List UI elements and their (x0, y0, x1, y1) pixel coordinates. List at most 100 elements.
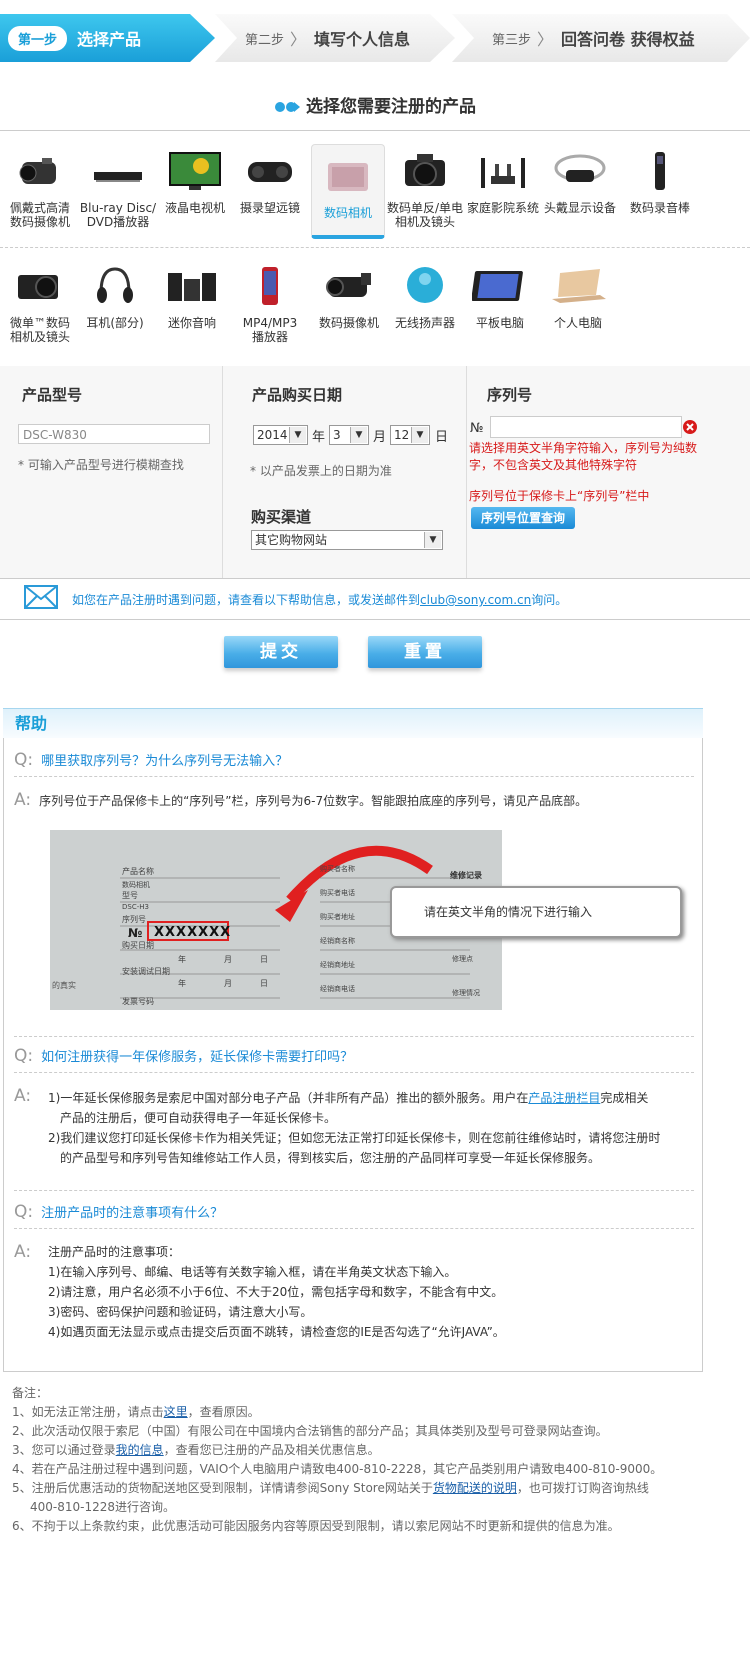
card-serial-value: XXXXXXX (154, 925, 232, 940)
dslr-camera-icon (405, 154, 445, 186)
product-home-theater[interactable]: 家庭影院系统 (463, 150, 543, 215)
reset-button[interactable]: 重置 (368, 636, 482, 668)
card-year-2: 年 (178, 979, 186, 988)
card-stamp: 的真实 (52, 981, 76, 990)
note-5-cont: 400-810-1228进行咨询。 (30, 1500, 176, 1514)
chevron-down-icon: ▼ (424, 532, 441, 548)
product-mirrorless[interactable]: 微单™数码 相机及镜头 (0, 265, 80, 344)
date-hint: * 以产品发票上的日期为准 (250, 464, 392, 478)
product-registration-link[interactable]: 产品注册栏目 (528, 1091, 600, 1105)
product-label: 迷你音响 (167, 316, 216, 330)
serial-input[interactable] (490, 416, 682, 438)
card-install-date: 安装调试日期 (122, 967, 170, 976)
wireless-speaker-icon (407, 267, 443, 303)
product-hmd[interactable]: 头戴显示设备 (540, 150, 620, 215)
card-repair-record: 维修记录 (450, 871, 482, 880)
card-year-1: 年 (178, 955, 186, 964)
step-2-number: 第二步 (245, 32, 285, 48)
email-link[interactable]: club@sony.com.cn (420, 593, 531, 607)
year-unit: 年 (312, 430, 326, 445)
action-camera-icon (19, 158, 56, 184)
product-digital-camera[interactable]: 数码相机 (311, 144, 385, 239)
step-3: 第三步 〉 回答问卷 获得权益 (452, 14, 750, 62)
product-label: 平板电脑 (475, 316, 524, 330)
a1-text: 序列号位于产品保修卡上的“序列号”栏，序列号为6-7位数字。智能跟拍底座的序列号… (39, 794, 588, 808)
card-buyer-name: 购买者名称 (320, 865, 355, 873)
month-select[interactable]: 3 ▼ (329, 425, 369, 445)
product-wireless-speaker[interactable]: 无线扬声器 (385, 265, 465, 330)
year-select[interactable]: 2014 ▼ (253, 425, 308, 445)
delivery-info-link[interactable]: 货物配送的说明 (433, 1481, 517, 1495)
product-binoculars[interactable]: 摄录望远镜 (230, 150, 310, 215)
q-mark: Q: (14, 750, 34, 770)
a3-item: 2)请注意，用户名必须不小于6位、不大于20位，需包括字母和数字，不能含有中文。 (48, 1285, 504, 1299)
card-day-2: 日 (260, 979, 268, 988)
tablet-icon (471, 271, 523, 301)
product-label: 摄录望远镜 (239, 201, 300, 215)
faq-answer-2: 1)一年延长保修服务是索尼中国对部分电子产品（并非所有产品）推出的额外服务。用户… (48, 1088, 698, 1168)
contact-text: 如您在产品注册时遇到问题，请查看以下帮助信息，或发送邮件到club@sony.c… (72, 591, 567, 608)
a2-line-2: 2)我们建议您打印延长保修卡作为相关凭证；但如您无法正常打印延长保修卡，则在您前… (48, 1131, 661, 1145)
a2-line-1: 1)一年延长保修服务是索尼中国对部分电子产品（并非所有产品）推出的额外服务。用户… (48, 1088, 698, 1108)
note-5: 5、注册后优惠活动的货物配送地区受到限制，详情请参阅Sony Store网站关于… (12, 1479, 742, 1498)
card-day-1: 日 (260, 955, 268, 964)
faq-question-1: Q: 哪里获取序列号？为什么序列号无法输入？ (14, 750, 288, 770)
my-info-link[interactable]: 我的信息 (116, 1443, 164, 1457)
a3-item: 3)密码、密码保护问题和验证码，请注意大小写。 (48, 1305, 313, 1319)
note-5-text: 5、注册后优惠活动的货物配送地区受到限制，详情请参阅Sony Store网站关于 (12, 1481, 433, 1495)
submit-button[interactable]: 提交 (224, 636, 338, 668)
serial-label: 序列号 (487, 386, 533, 404)
product-camcorder[interactable]: 数码摄像机 (309, 265, 389, 330)
product-label: Blu-ray Disc/ DVD播放器 (79, 201, 157, 229)
error-close-icon[interactable] (682, 419, 698, 435)
notes-section: 备注： 1、如无法正常注册，请点击这里，查看原因。 2、此次活动仅限于索尼（中国… (12, 1384, 742, 1536)
product-row-2: 微单™数码 相机及镜头 耳机(部分) 迷你音响 MP4/MP3 播放器 数码摄像… (0, 255, 750, 350)
mp3-player-icon (262, 267, 278, 305)
step-2: 第二步 〉 填写个人信息 (215, 14, 455, 62)
product-label: 数码单反/单电 相机及镜头 (386, 201, 464, 229)
card-serial: 序列号 (122, 915, 146, 924)
card-buyer-address: 购买者地址 (320, 913, 355, 921)
product-laptop[interactable]: 个人电脑 (538, 265, 618, 330)
model-input[interactable]: DSC-W830 (18, 424, 210, 444)
product-dslr[interactable]: 数码单反/单电 相机及镜头 (385, 150, 465, 229)
product-headphones[interactable]: 耳机(部分) (75, 265, 155, 330)
voice-recorder-icon (655, 152, 665, 190)
faq-answer-3-mark: A: (14, 1242, 39, 1262)
card-purchase-date: 购买日期 (122, 941, 154, 950)
product-mini-audio[interactable]: 迷你音响 (152, 265, 232, 330)
card-invoice: 发票号码 (122, 997, 154, 1006)
product-action-camera[interactable]: 佩戴式高清 数码摄像机 (0, 150, 80, 229)
product-row-1: 佩戴式高清 数码摄像机 Blu-ray Disc/ DVD播放器 液晶电视机 摄… (0, 140, 750, 245)
product-bluray-player[interactable]: Blu-ray Disc/ DVD播放器 (78, 150, 158, 229)
click-here-link[interactable]: 这里 (164, 1405, 188, 1419)
lcd-tv-icon (169, 152, 221, 190)
chevron-down-icon: ▼ (289, 427, 306, 443)
mirrorless-camera-icon (18, 275, 58, 299)
a-mark: A: (14, 1086, 32, 1106)
product-label: 无线扬声器 (394, 316, 455, 330)
faq-answer-2-mark: A: (14, 1086, 39, 1106)
year-value: 2014 (257, 428, 288, 442)
day-unit: 日 (435, 430, 449, 445)
serial-lookup-button[interactable]: 序列号位置查询 (471, 507, 575, 529)
product-label: 个人电脑 (553, 316, 602, 330)
day-select[interactable]: 12 ▼ (390, 425, 430, 445)
camcorder-icon (326, 273, 371, 297)
faq-question-2: Q: 如何注册获得一年保修服务，延长保修卡需要打印吗？ (14, 1046, 353, 1066)
headphones-icon (97, 267, 133, 303)
product-voice-recorder[interactable]: 数码录音棒 (620, 150, 700, 215)
note-3-text: 3、您可以通过登录 (12, 1443, 116, 1457)
step-1-badge: 第一步 (8, 25, 68, 51)
binoculars-icon (248, 162, 292, 182)
step-1-active: 第一步 选择产品 (0, 14, 215, 62)
page-title-text: 选择您需要注册的产品 (306, 97, 476, 117)
month-unit: 月 (373, 430, 387, 445)
serial-error-text: 请选择用英文半角字符输入，序列号为纯数字，不包含英文及其他特殊字符 (469, 441, 698, 472)
step-3-title: 回答问卷 获得权益 (561, 30, 695, 49)
product-lcd-tv[interactable]: 液晶电视机 (155, 150, 235, 215)
product-mp3-player[interactable]: MP4/MP3 播放器 (230, 265, 310, 344)
product-tablet[interactable]: 平板电脑 (460, 265, 540, 330)
channel-select[interactable]: 其它购物网站 ▼ (251, 530, 443, 550)
card-model-value: DSC-H3 (122, 903, 149, 911)
